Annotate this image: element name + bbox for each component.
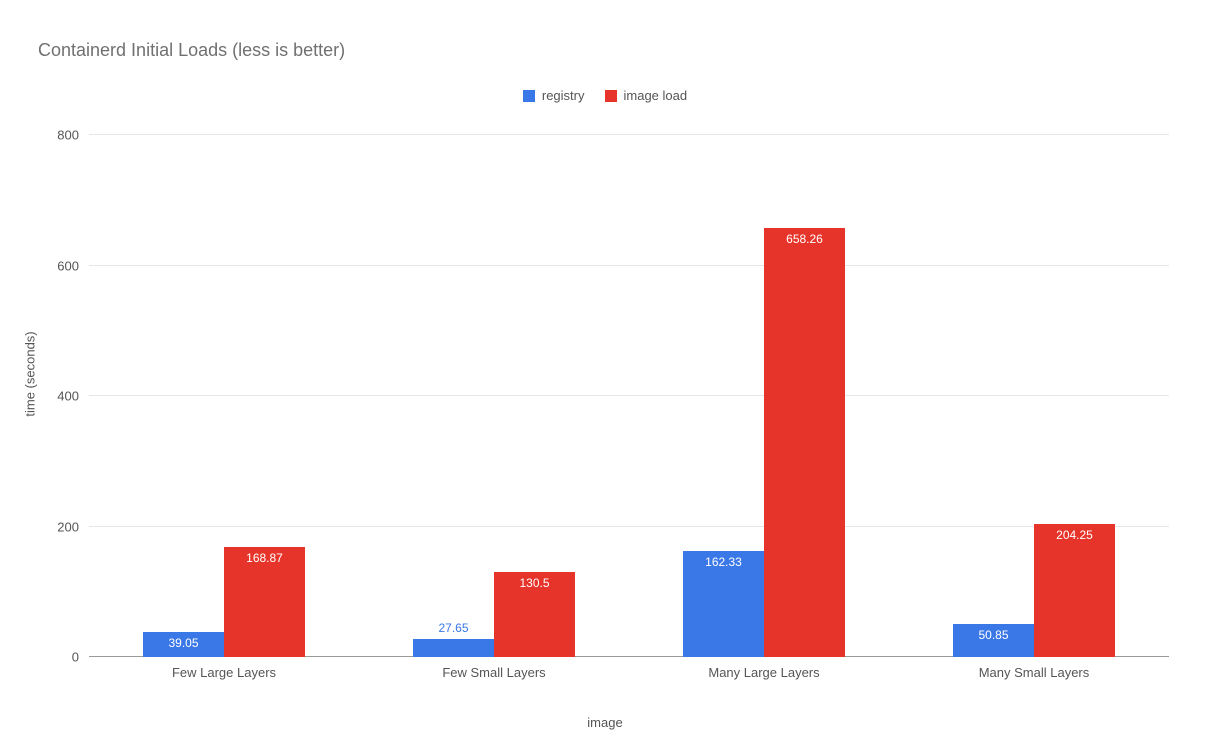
value-label-registry-few-small: 27.65 bbox=[413, 621, 494, 635]
ytick-200: 200 bbox=[39, 519, 79, 534]
group-few-large-layers: 39.05 168.87 Few Large Layers bbox=[89, 135, 359, 657]
value-label-imageload-many-small: 204.25 bbox=[1034, 528, 1115, 542]
legend-label-registry: registry bbox=[542, 88, 585, 103]
legend-label-imageload: image load bbox=[624, 88, 688, 103]
ytick-400: 400 bbox=[39, 389, 79, 404]
value-label-imageload-few-small: 130.5 bbox=[494, 576, 575, 590]
bar-imageload-many-small bbox=[1034, 524, 1115, 657]
category-label-many-small: Many Small Layers bbox=[899, 665, 1169, 680]
category-label-few-large: Few Large Layers bbox=[89, 665, 359, 680]
value-label-imageload-many-large: 658.26 bbox=[764, 232, 845, 246]
category-label-many-large: Many Large Layers bbox=[629, 665, 899, 680]
bar-registry-few-small bbox=[413, 639, 494, 657]
legend-item-imageload: image load bbox=[605, 88, 688, 103]
bar-imageload-many-large bbox=[764, 228, 845, 658]
value-label-registry-many-large: 162.33 bbox=[683, 555, 764, 569]
legend-item-registry: registry bbox=[523, 88, 585, 103]
legend-swatch-registry bbox=[523, 90, 535, 102]
chart-container: Containerd Initial Loads (less is better… bbox=[0, 0, 1210, 748]
value-label-imageload-few-large: 168.87 bbox=[224, 551, 305, 565]
group-many-large-layers: 162.33 658.26 Many Large Layers bbox=[629, 135, 899, 657]
category-label-few-small: Few Small Layers bbox=[359, 665, 629, 680]
legend-swatch-imageload bbox=[605, 90, 617, 102]
group-few-small-layers: 27.65 130.5 Few Small Layers bbox=[359, 135, 629, 657]
ytick-600: 600 bbox=[39, 258, 79, 273]
ytick-800: 800 bbox=[39, 128, 79, 143]
x-axis-title: image bbox=[0, 715, 1210, 730]
y-axis-title: time (seconds) bbox=[23, 331, 38, 416]
value-label-registry-few-large: 39.05 bbox=[143, 636, 224, 650]
plot-area: 0 200 400 600 800 39.05 168.87 Few Large… bbox=[89, 135, 1169, 657]
chart-title: Containerd Initial Loads (less is better… bbox=[38, 40, 345, 61]
legend: registry image load bbox=[0, 88, 1210, 103]
value-label-registry-many-small: 50.85 bbox=[953, 628, 1034, 642]
ytick-0: 0 bbox=[39, 650, 79, 665]
group-many-small-layers: 50.85 204.25 Many Small Layers bbox=[899, 135, 1169, 657]
